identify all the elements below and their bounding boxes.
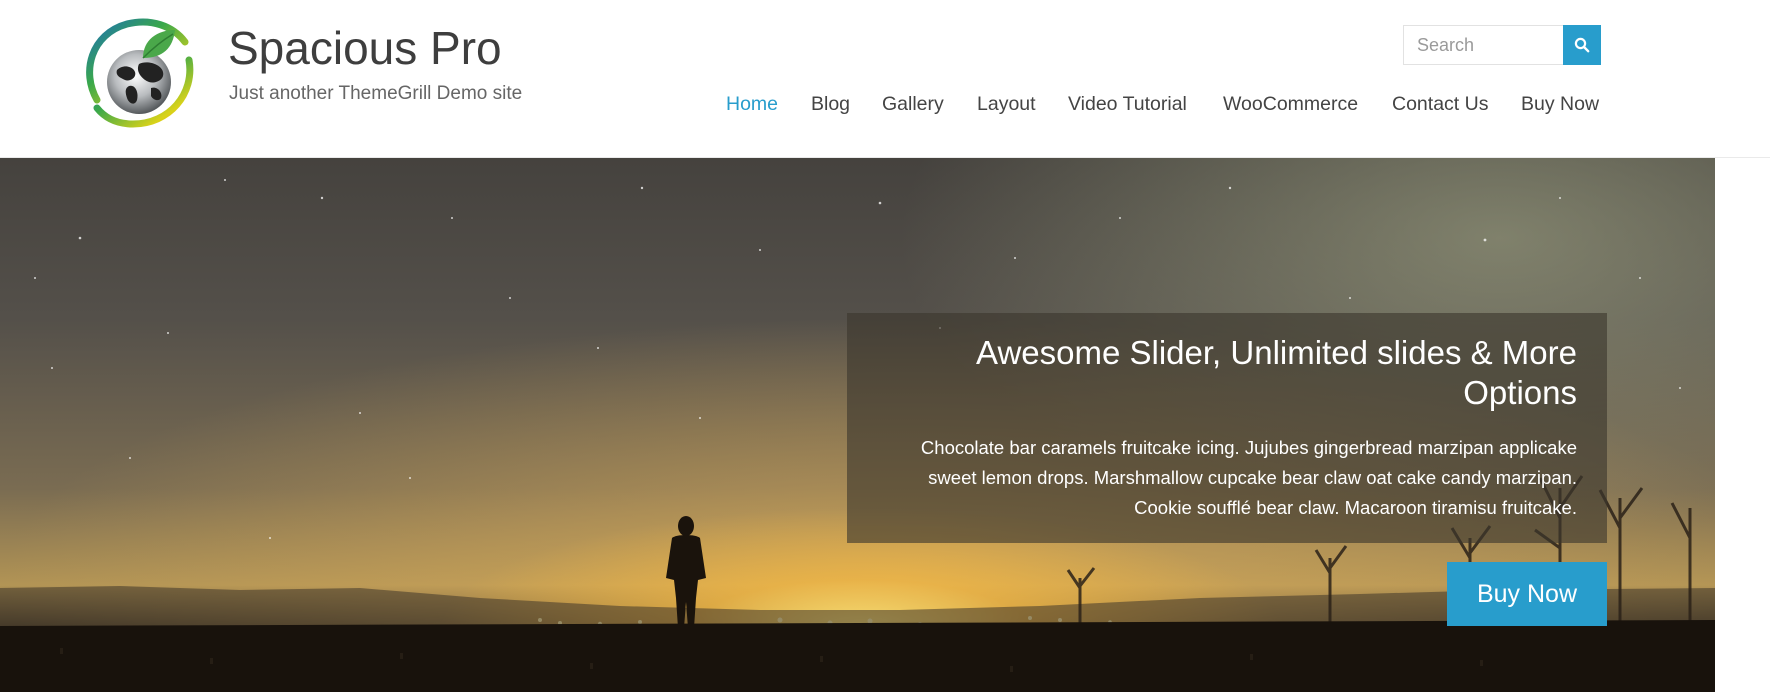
nav-item-home[interactable]: Home bbox=[726, 90, 778, 118]
site-title[interactable]: Spacious Pro bbox=[228, 18, 502, 78]
slide-buy-now-button[interactable]: Buy Now bbox=[1447, 562, 1607, 626]
search-icon bbox=[1574, 37, 1590, 53]
nav-item-contact-us[interactable]: Contact Us bbox=[1392, 90, 1488, 118]
hero-slider: Awesome Slider, Unlimited slides & More … bbox=[0, 158, 1715, 692]
search-input[interactable] bbox=[1403, 25, 1563, 65]
nav-item-video-tutorial[interactable]: Video Tutorial bbox=[1068, 90, 1187, 118]
search-button[interactable] bbox=[1563, 25, 1601, 65]
nav-item-layout[interactable]: Layout bbox=[977, 90, 1036, 118]
nav-item-buy-now[interactable]: Buy Now bbox=[1521, 90, 1599, 118]
site-logo[interactable] bbox=[77, 12, 203, 136]
slide-caption: Awesome Slider, Unlimited slides & More … bbox=[847, 313, 1607, 543]
nav-item-blog[interactable]: Blog bbox=[811, 90, 850, 118]
slide-title: Awesome Slider, Unlimited slides & More … bbox=[976, 334, 1577, 411]
slide-description: Chocolate bar caramels fruitcake icing. … bbox=[920, 437, 1577, 518]
nav-item-woocommerce[interactable]: WooCommerce bbox=[1223, 90, 1358, 118]
search-form bbox=[1403, 25, 1601, 65]
site-header: Spacious Pro Just another ThemeGrill Dem… bbox=[0, 0, 1770, 158]
site-tagline: Just another ThemeGrill Demo site bbox=[229, 83, 523, 104]
nav-item-gallery[interactable]: Gallery bbox=[882, 90, 944, 118]
